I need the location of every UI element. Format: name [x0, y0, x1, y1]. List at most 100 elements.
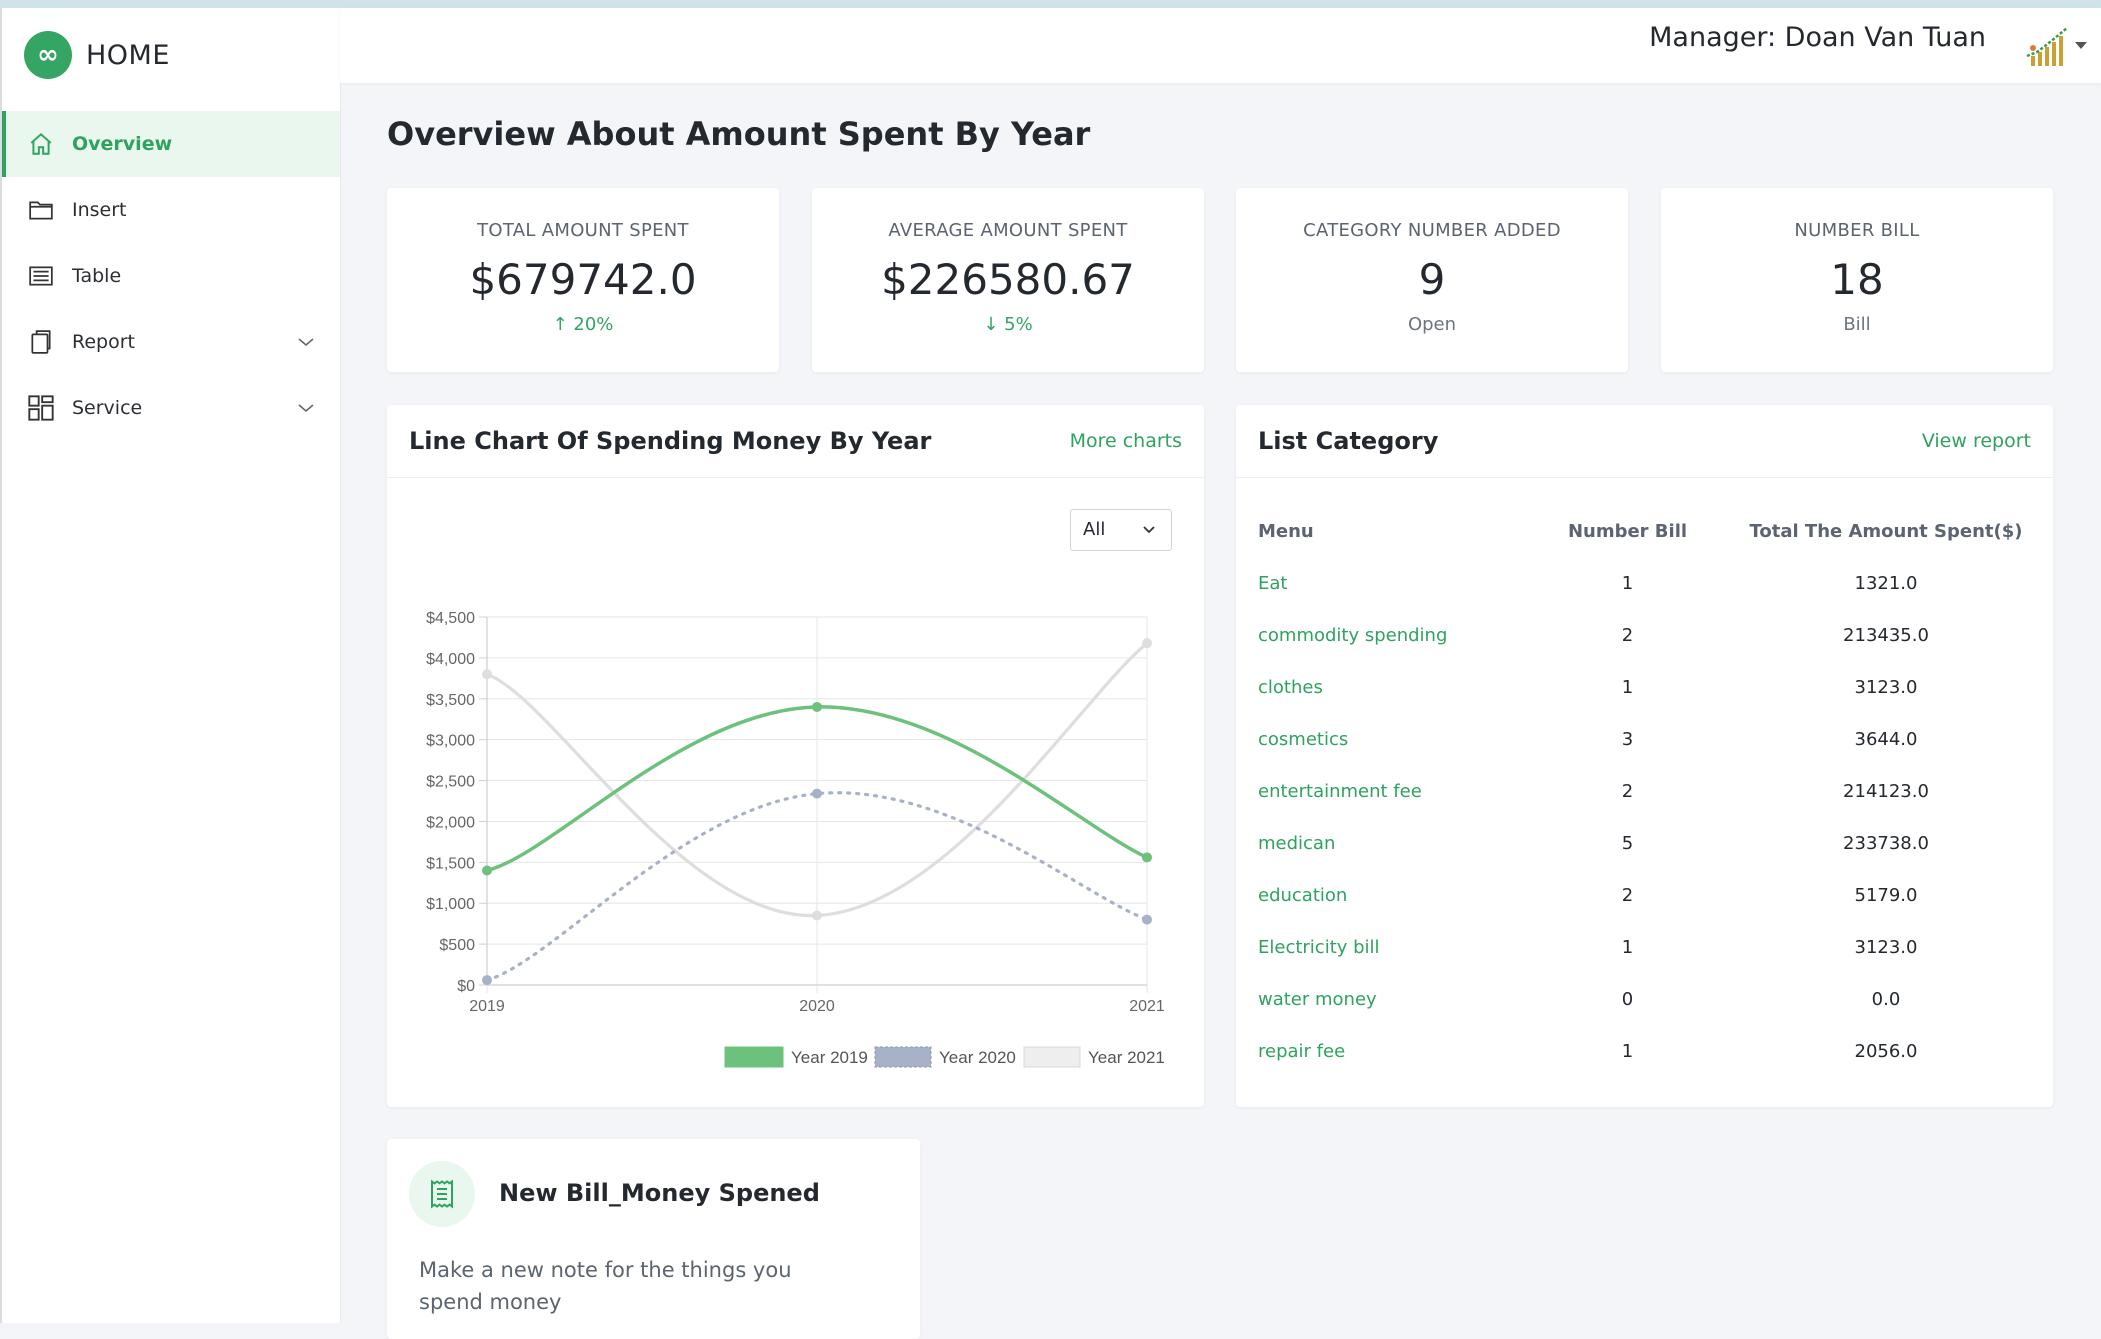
bill-count-cell: 2 [1621, 780, 1634, 802]
manager-name: Manager: Doan Van Tuan [1649, 22, 1986, 53]
data-point [812, 701, 822, 712]
stat-label: AVERAGE AMOUNT SPENT [888, 220, 1128, 241]
legend-swatch [1023, 1046, 1081, 1068]
sidebar-item-overview[interactable]: Overview [2, 111, 340, 177]
amount-cell: 0.0 [1871, 988, 1901, 1010]
chevron-down-icon[interactable] [296, 398, 316, 418]
bill-count-cell: 2 [1621, 884, 1634, 906]
category-name-link[interactable]: Electricity bill [1258, 921, 1519, 973]
category-panel-header: List Category View report [1236, 405, 2053, 478]
bill-count-cell: 1 [1621, 936, 1634, 958]
top-header: Manager: Doan Van Tuan [340, 8, 2101, 83]
y-tick-label: $3,500 [426, 692, 475, 709]
column-header: Total The Amount Spent($) [1749, 520, 2023, 542]
stat-change: ↑ 20% [552, 314, 614, 335]
stat-value: 18 [1830, 255, 1884, 304]
stat-change: ↓ 5% [983, 314, 1033, 335]
avatar[interactable] [2023, 22, 2071, 70]
y-tick-label: $1,000 [426, 896, 475, 913]
y-tick-label: $4,500 [426, 610, 475, 627]
bill-count-cell: 1 [1621, 572, 1634, 594]
bill-count-cell: 5 [1621, 832, 1634, 854]
category-name-link[interactable]: repair fee [1258, 1025, 1519, 1077]
amount-cell: 213435.0 [1843, 624, 1929, 646]
brand[interactable]: ∞ HOME [24, 30, 170, 80]
chart-panel: Line Chart Of Spending Money By Year Mor… [387, 405, 1204, 1107]
amount-cell: 214123.0 [1843, 780, 1929, 802]
legend-swatch [874, 1046, 932, 1068]
new-bill-description: Make a new note for the things you spend… [419, 1258, 792, 1314]
stat-sub: Bill [1843, 314, 1871, 335]
sidebar: ∞ HOME Overview Insert Table Report Serv… [0, 8, 341, 1323]
new-bill-title: New Bill_Money Spened [499, 1179, 820, 1207]
data-point [1142, 914, 1152, 925]
folder-icon [26, 195, 56, 225]
y-tick-label: $1,500 [426, 855, 475, 872]
stat-value: $226580.67 [881, 255, 1135, 304]
bill-count-cell: 1 [1621, 1040, 1634, 1062]
category-name-link[interactable]: cosmetics [1258, 713, 1519, 765]
stat-card-average: AVERAGE AMOUNT SPENT $226580.67 ↓ 5% [812, 188, 1204, 372]
stat-sub: Open [1407, 314, 1457, 335]
amount-cell: 233738.0 [1843, 832, 1929, 854]
table-row: medican 5 233738.0 [1258, 817, 2036, 869]
table-row: water money 0 0.0 [1258, 973, 2036, 1025]
category-name-link[interactable]: Eat [1258, 557, 1519, 609]
category-name-link[interactable]: commodity spending [1258, 609, 1519, 661]
bill-count-cell: 0 [1621, 988, 1634, 1010]
receipt-icon [409, 1161, 475, 1227]
chevron-down-icon[interactable] [296, 332, 316, 352]
data-point [482, 669, 492, 680]
category-name-link[interactable]: medican [1258, 817, 1519, 869]
amount-cell: 3123.0 [1854, 936, 1918, 958]
list-table-icon [26, 261, 56, 291]
category-table: Menu Number Bill Total The Amount Spent(… [1258, 505, 2036, 1077]
amount-cell: 1321.0 [1854, 572, 1918, 594]
table-row: commodity spending 2 213435.0 [1258, 609, 2036, 661]
amount-cell: 2056.0 [1854, 1040, 1918, 1062]
data-point [1142, 852, 1152, 863]
category-panel: List Category View report Menu Number Bi… [1236, 405, 2053, 1107]
table-row: clothes 1 3123.0 [1258, 661, 2036, 713]
sidebar-item-insert[interactable]: Insert [2, 177, 340, 243]
new-bill-card[interactable]: New Bill_Money Spened Make a new note fo… [387, 1139, 920, 1339]
table-row: entertainment fee 2 214123.0 [1258, 765, 2036, 817]
data-point [812, 788, 822, 799]
x-tick-label: 2020 [799, 998, 835, 1015]
sidebar-item-report[interactable]: Report [2, 309, 340, 375]
table-row: education 2 5179.0 [1258, 869, 2036, 921]
amount-cell: 3123.0 [1854, 676, 1918, 698]
category-name-link[interactable]: education [1258, 869, 1519, 921]
data-point [482, 975, 492, 986]
column-header: Number Bill [1567, 520, 1688, 542]
category-name-link[interactable]: clothes [1258, 661, 1519, 713]
table-row: Electricity bill 1 3123.0 [1258, 921, 2036, 973]
data-point [482, 865, 492, 876]
stat-value: 9 [1418, 255, 1446, 304]
avatar-dropdown-caret-icon[interactable] [2075, 42, 2087, 49]
amount-cell: 3644.0 [1854, 728, 1918, 750]
category-name-link[interactable]: water money [1258, 973, 1519, 1025]
category-name-link[interactable]: entertainment fee [1258, 765, 1519, 817]
y-tick-label: $4,000 [426, 651, 475, 668]
x-tick-label: 2019 [469, 998, 505, 1015]
view-report-link[interactable]: View report [1922, 430, 2031, 452]
grid-icon [26, 393, 56, 423]
legend-label: Year 2021 [1088, 1048, 1165, 1067]
stat-card-category: CATEGORY NUMBER ADDED 9 Open [1236, 188, 1628, 372]
stat-card-bills: NUMBER BILL 18 Bill [1661, 188, 2053, 372]
page-title: Overview About Amount Spent By Year [387, 115, 1091, 153]
y-tick-label: $0 [457, 978, 475, 995]
sidebar-item-table[interactable]: Table [2, 243, 340, 309]
sidebar-item-label: Service [72, 397, 143, 419]
home-icon [26, 129, 56, 159]
line-chart: $0 $500 $1,000 $1,500 $2,000 $2,500 $3,000 $3,5… [426, 610, 1165, 1068]
brand-title: HOME [86, 39, 170, 71]
stat-label: TOTAL AMOUNT SPENT [477, 220, 689, 241]
sidebar-item-service[interactable]: Service [2, 375, 340, 441]
data-point [1142, 638, 1152, 649]
stat-label: NUMBER BILL [1794, 220, 1920, 241]
table-row: Eat 1 1321.0 [1258, 557, 2036, 609]
table-row: repair fee 1 2056.0 [1258, 1025, 2036, 1077]
legend-swatch [724, 1046, 784, 1068]
